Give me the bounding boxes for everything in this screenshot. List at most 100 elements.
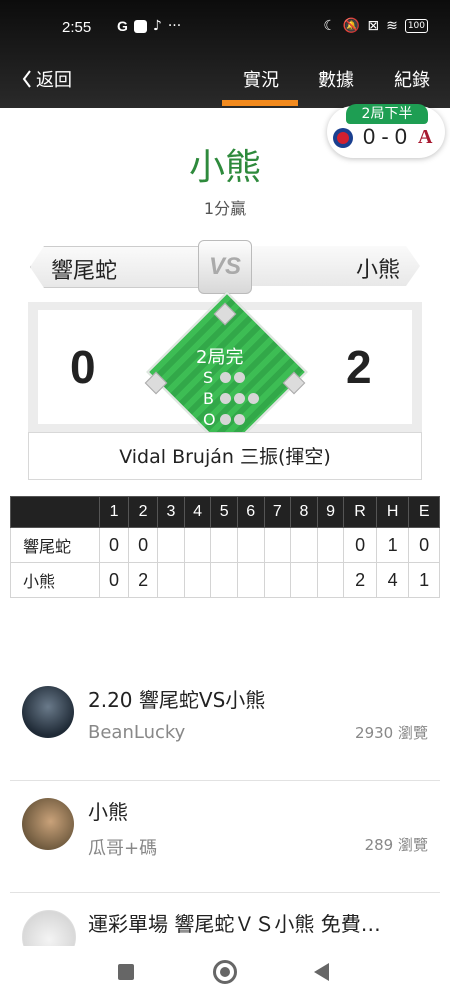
google-icon: G xyxy=(117,18,128,34)
status-bar: 2:55 G ♪ ··· ☾ 🔕 ⊠ ≋ 100 xyxy=(0,0,450,56)
battery-icon: 100 xyxy=(404,19,428,33)
out-label: O xyxy=(203,410,216,429)
linescore-cell: 0 xyxy=(128,527,159,563)
no-sim-icon: ⊠ xyxy=(367,18,380,34)
status-left-icons: G ♪ ··· xyxy=(117,18,181,34)
linescore-cell xyxy=(290,527,318,563)
recent-apps-icon[interactable] xyxy=(118,964,134,980)
linescore-header: 7 xyxy=(263,496,292,528)
count-dot-icon xyxy=(220,372,231,383)
mute-icon: 🔕 xyxy=(342,18,361,34)
linescore-cell xyxy=(263,527,292,563)
linescore-cell: 0 xyxy=(98,527,130,563)
tiktok-icon: ♪ xyxy=(152,18,162,34)
linescore-cell: 1 xyxy=(375,527,410,563)
tab-live[interactable]: 實況 xyxy=(243,66,279,92)
tab-records[interactable]: 紀錄 xyxy=(394,66,430,92)
count-dot-icon xyxy=(220,393,231,404)
post-views: 2930 瀏覽 xyxy=(355,724,428,742)
away-score: 0 xyxy=(70,341,96,393)
linescore-header-team xyxy=(10,496,100,528)
linescore-cell: 2 xyxy=(343,562,377,598)
post-title: 小熊 xyxy=(88,800,128,824)
home-team-name: 小熊 xyxy=(355,258,400,283)
linescore-cell xyxy=(290,562,318,598)
badge-inning: 2局下半 xyxy=(346,104,428,124)
away-team-name: 響尾蛇 xyxy=(51,259,118,284)
linescore-header: H xyxy=(375,496,410,528)
home-team-banner: 小熊 xyxy=(250,246,420,286)
strike-count: S xyxy=(203,368,245,387)
count-dot-icon xyxy=(248,393,259,404)
avatar xyxy=(22,686,74,738)
out-count: O xyxy=(203,410,245,429)
status-right-icons: ☾ 🔕 ⊠ ≋ 100 xyxy=(323,18,428,34)
ball-count: B xyxy=(203,389,259,408)
count-dot-icon xyxy=(220,414,231,425)
linescore-team-name: 小熊 xyxy=(10,562,100,598)
linescore-cell: 0 xyxy=(343,527,377,563)
linescore-cell xyxy=(316,527,345,563)
linescore-header: 8 xyxy=(290,496,318,528)
winner-title: 小熊 xyxy=(188,147,261,188)
linescore-header: 9 xyxy=(316,496,345,528)
win-margin: 1分贏 xyxy=(203,199,247,218)
linescore-cell xyxy=(157,527,185,563)
linescore-cell xyxy=(236,562,265,598)
linescore-cell xyxy=(263,562,292,598)
linescore-team-name: 響尾蛇 xyxy=(10,527,100,563)
post-item[interactable]: 2.20 響尾蛇VS小熊 BeanLucky 2930 瀏覽 xyxy=(10,668,440,781)
linescore-row: 小熊 0 2 2 4 1 xyxy=(10,562,440,598)
post-item[interactable]: 小熊 瓜哥+碼 289 瀏覽 xyxy=(10,780,440,893)
tab-stats[interactable]: 數據 xyxy=(318,66,354,92)
more-notifications-icon: ··· xyxy=(167,18,182,34)
count-dot-icon xyxy=(234,372,245,383)
wifi-icon: ≋ xyxy=(386,18,398,34)
moon-icon: ☾ xyxy=(323,18,336,34)
back-triangle-icon[interactable] xyxy=(314,963,329,981)
post-author: 瓜哥+碼 xyxy=(88,838,158,859)
chevron-left-icon xyxy=(22,70,31,88)
back-button[interactable]: 返回 xyxy=(22,66,72,92)
linescore-header: R xyxy=(343,496,377,528)
linescore-header: 2 xyxy=(128,496,159,528)
post-views: 289 瀏覽 xyxy=(364,836,428,854)
linescore-header: 5 xyxy=(210,496,238,528)
ball-label: B xyxy=(203,389,214,408)
linescore-cell: 2 xyxy=(128,562,159,598)
strike-label: S xyxy=(203,368,214,387)
linescore-cell xyxy=(210,527,238,563)
count-dot-icon xyxy=(234,393,245,404)
linescore-header: 1 xyxy=(98,496,130,528)
linescore-header: E xyxy=(408,496,440,528)
back-label: 返回 xyxy=(36,70,72,91)
app-icon xyxy=(133,19,147,33)
linescore-table: 123456789RHE 響尾蛇 0 0 0 1 0 小熊 0 2 2 4 1 xyxy=(10,496,440,598)
away-team-banner: 響尾蛇 xyxy=(30,246,202,288)
linescore-cell xyxy=(236,527,265,563)
vs-badge: VS xyxy=(198,240,252,294)
post-title: 運彩單場 響尾蛇ＶＳ小熊 免費… xyxy=(88,912,381,936)
linescore-cell: 0 xyxy=(408,527,440,563)
system-nav-bar xyxy=(0,946,450,1000)
linescore-cell: 4 xyxy=(375,562,410,598)
count-dot-icon xyxy=(234,414,245,425)
linescore-cell xyxy=(210,562,238,598)
active-tab-indicator xyxy=(222,100,298,106)
post-author: BeanLucky xyxy=(88,722,186,743)
linescore-cell: 1 xyxy=(408,562,440,598)
home-icon[interactable] xyxy=(213,960,237,984)
linescore-cell xyxy=(316,562,345,598)
post-title: 2.20 響尾蛇VS小熊 xyxy=(88,688,266,712)
linescore-row: 響尾蛇 0 0 0 1 0 xyxy=(10,527,440,563)
last-play-text: Vidal Bruján 三振(揮空) xyxy=(28,432,422,480)
inning-status: 2局完 xyxy=(196,347,244,368)
status-time: 2:55 xyxy=(62,19,92,36)
linescore-cell xyxy=(183,527,212,563)
linescore-cell xyxy=(183,562,212,598)
linescore-header: 3 xyxy=(157,496,185,528)
linescore-header: 6 xyxy=(236,496,265,528)
linescore-cell: 0 xyxy=(98,562,130,598)
linescore-cell xyxy=(157,562,185,598)
linescore-header: 4 xyxy=(183,496,212,528)
